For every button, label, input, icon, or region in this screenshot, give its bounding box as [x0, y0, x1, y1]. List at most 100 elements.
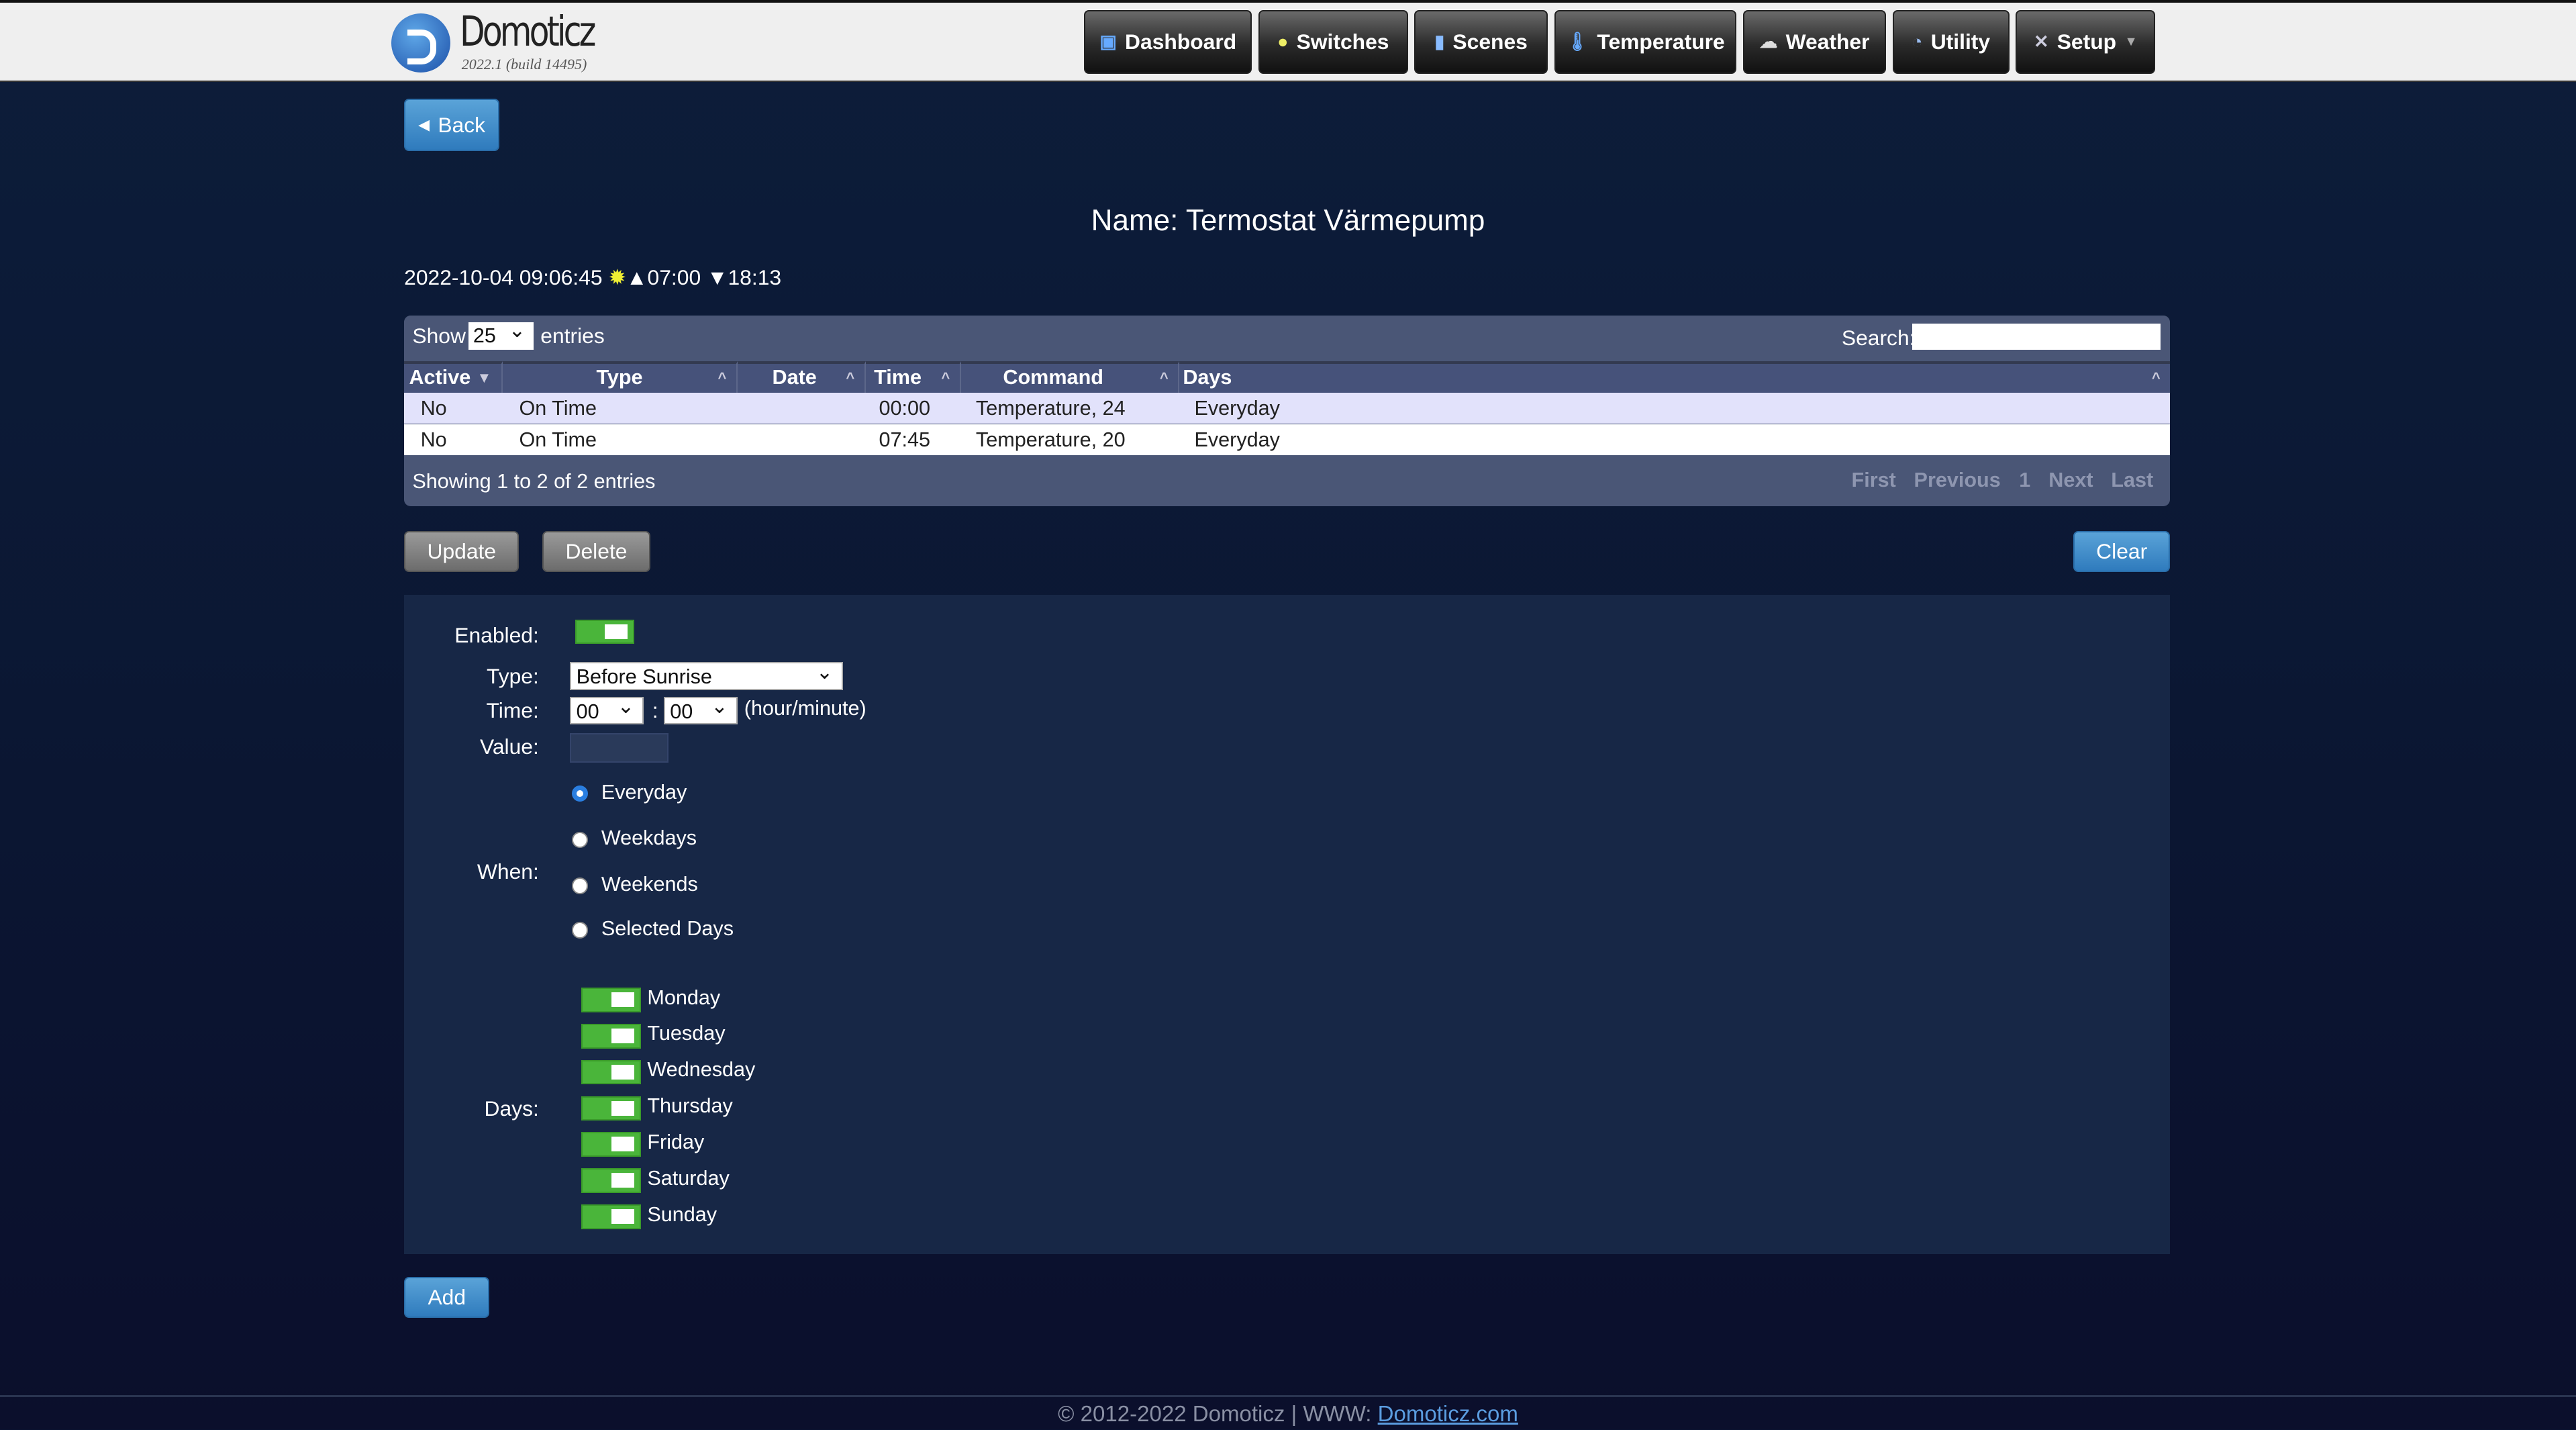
toggle-monday[interactable] [581, 988, 641, 1012]
clear-button[interactable]: Clear [2073, 530, 2171, 572]
day-label: Monday [647, 986, 721, 1009]
nav-utility[interactable]: ◔ Utility [1892, 9, 2010, 75]
cell-days: Everyday [1194, 396, 1280, 420]
sun-icon: ✹ [608, 265, 627, 290]
nav-label: Switches [1296, 29, 1389, 54]
page-1[interactable]: 1 [2019, 469, 2030, 492]
day-label: Wednesday [647, 1058, 756, 1082]
add-button[interactable]: Add [404, 1276, 490, 1319]
cell-time: 07:45 [879, 428, 931, 451]
entries-label: entries [540, 324, 605, 348]
radio-label: Everyday [601, 780, 687, 804]
search-input[interactable] [1912, 324, 2161, 350]
thermometer-icon: 🌡︎ [1565, 32, 1589, 52]
header-label: Type [596, 366, 643, 389]
timer-form: Enabled: Type: Before Sunrise Time: 00 :… [404, 595, 2171, 1254]
header-label: Command [1003, 366, 1103, 389]
value-input[interactable] [570, 732, 669, 763]
sort-icon: ^ [846, 369, 855, 387]
nav-scenes[interactable]: ▮ Scenes [1414, 9, 1548, 75]
toggle-friday[interactable] [581, 1132, 641, 1157]
radio-everyday[interactable] [571, 785, 589, 802]
sort-icon: ^ [717, 369, 727, 387]
day-label: Saturday [647, 1166, 730, 1190]
footer: © 2012-2022 Domoticz | WWW: Domoticz.com [0, 1402, 2576, 1427]
header-label: Active [409, 366, 471, 389]
nav-label: Dashboard [1125, 29, 1237, 54]
nav-label: Setup [2057, 29, 2117, 54]
caret-left-icon: ◀ [418, 116, 430, 134]
app-version: 2022.1 (build 14495) [461, 56, 587, 73]
radio-weekdays[interactable] [571, 831, 589, 848]
radio-selected-days[interactable] [571, 922, 589, 939]
time-unit-label: (hour/minute) [744, 696, 866, 720]
table-row[interactable]: No On Time 07:45 Temperature, 20 Everyday [404, 424, 2171, 455]
sunrise-icon: ▲ [626, 265, 648, 290]
table-row[interactable]: No On Time 00:00 Temperature, 24 Everyday [404, 392, 2171, 424]
column-header-date[interactable]: Date ^ [738, 361, 866, 393]
nav-weather[interactable]: ☁ Weather [1743, 9, 1886, 75]
toggle-saturday[interactable] [581, 1168, 641, 1193]
gauge-icon: ◔ [1912, 31, 1923, 52]
cell-type: On Time [519, 396, 597, 420]
column-header-command[interactable]: Command ^ [960, 361, 1180, 393]
time-label: Time: [486, 698, 539, 723]
toggle-thursday[interactable] [581, 1096, 641, 1121]
sort-icon: ^ [1159, 369, 1169, 387]
footer-link[interactable]: Domoticz.com [1378, 1402, 1518, 1427]
day-label: Thursday [647, 1094, 733, 1118]
app-name: Domoticz [460, 8, 596, 56]
sort-icon: ^ [941, 369, 950, 387]
toggle-sunday[interactable] [581, 1204, 641, 1229]
update-button[interactable]: Update [404, 530, 519, 572]
toggle-wednesday[interactable] [581, 1059, 641, 1085]
page-first[interactable]: First [1852, 469, 1896, 492]
nav-setup[interactable]: ✕ Setup ▼ [2016, 9, 2156, 75]
page-title: Name: Termostat Värmepump [1091, 203, 1485, 237]
day-label: Sunday [647, 1202, 717, 1226]
nav-label: Utility [1930, 29, 1991, 54]
column-header-active[interactable]: Active ▼ [404, 361, 503, 393]
type-select[interactable]: Before Sunrise [570, 659, 843, 691]
nav-switches[interactable]: ● Switches [1258, 9, 1408, 75]
lightbulb-icon: ● [1277, 31, 1289, 52]
back-label: Back [438, 112, 486, 137]
cell-type: On Time [519, 428, 597, 451]
radio-label: Weekdays [601, 826, 697, 850]
cell-active: No [420, 396, 447, 420]
back-button[interactable]: ◀ Back [404, 98, 500, 152]
show-label: Show [412, 324, 466, 348]
column-header-days[interactable]: Days ^ [1179, 361, 2171, 393]
header-label: Date [772, 366, 817, 389]
radio-weekends[interactable] [571, 877, 589, 894]
datetime-line: 2022-10-04 09:06:45 ✹▲07:00 ▼18:13 [404, 265, 781, 290]
nav-temperature[interactable]: 🌡︎ Temperature [1554, 9, 1737, 75]
footer-text: © 2012-2022 Domoticz | WWW: [1058, 1401, 1378, 1427]
entries-select[interactable]: 25 [468, 317, 534, 350]
toggle-tuesday[interactable] [581, 1023, 641, 1049]
minute-select[interactable]: 00 [663, 693, 738, 725]
page-next[interactable]: Next [2048, 469, 2093, 492]
domoticz-logo[interactable] [391, 13, 450, 73]
cell-active: No [420, 428, 447, 451]
radio-label: Selected Days [601, 916, 734, 940]
dashboard-icon: ▣ [1099, 31, 1117, 52]
page-previous[interactable]: Previous [1914, 469, 2001, 492]
delete-button[interactable]: Delete [542, 530, 651, 572]
sunrise-time: 07:00 [647, 265, 701, 290]
page-last[interactable]: Last [2111, 469, 2153, 492]
enabled-toggle[interactable] [575, 619, 634, 645]
caret-down-icon: ▼ [2124, 34, 2138, 49]
cell-command: Temperature, 24 [975, 396, 1126, 420]
hour-select[interactable]: 00 [570, 693, 644, 725]
tools-icon: ✕ [2033, 31, 2049, 52]
column-header-type[interactable]: Type ^ [502, 361, 738, 393]
column-header-time[interactable]: Time ^ [865, 361, 961, 393]
cell-time: 00:00 [879, 396, 931, 420]
timers-table: Show 25 entries Search: Active ▼ Type ^ Da… [404, 315, 2171, 506]
when-label: When: [477, 859, 539, 884]
nav-dashboard[interactable]: ▣ Dashboard [1084, 9, 1252, 75]
footer-divider [0, 1395, 2576, 1397]
cloud-icon: ☁ [1759, 31, 1778, 52]
header-label: Time [874, 366, 922, 389]
